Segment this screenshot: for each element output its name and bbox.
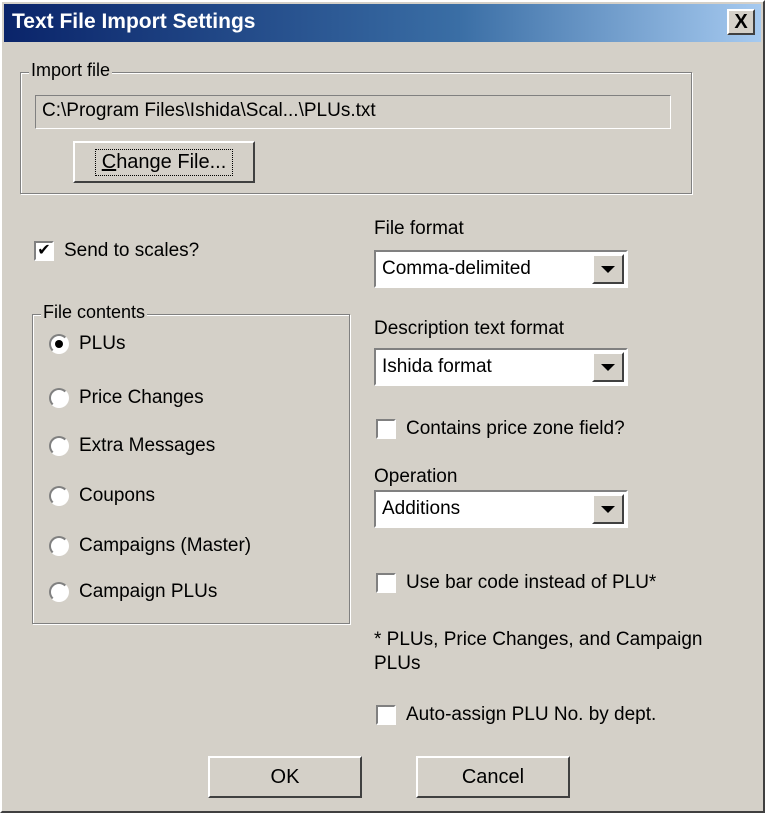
file-contents-group: File contents PLUs Price Changes Extra M… <box>32 302 350 624</box>
ok-button[interactable]: OK <box>208 756 362 798</box>
cancel-button[interactable]: Cancel <box>416 756 570 798</box>
radio-label: Price Changes <box>79 387 204 408</box>
radio-icon <box>49 486 69 506</box>
send-to-scales-checkbox[interactable]: ✔ Send to scales? <box>34 240 199 262</box>
dialog-window: Text File Import Settings X Import file … <box>0 0 765 813</box>
radio-campaign-plus[interactable]: Campaign PLUs <box>49 581 217 603</box>
dropdown-arrow-icon[interactable] <box>592 494 624 524</box>
radio-label: Coupons <box>79 485 156 506</box>
dropdown-arrow-icon[interactable] <box>592 254 624 284</box>
checkbox-icon <box>376 419 396 439</box>
auto-assign-checkbox[interactable]: Auto-assign PLU No. by dept. <box>376 704 656 726</box>
radio-plus[interactable]: PLUs <box>49 333 125 355</box>
window-title: Text File Import Settings <box>12 10 256 33</box>
cancel-label: Cancel <box>461 765 525 788</box>
import-file-path: C:\Program Files\Ishida\Scal...\PLUs.txt <box>35 95 671 129</box>
radio-label: Extra Messages <box>79 435 216 456</box>
radio-label: PLUs <box>79 333 126 354</box>
radio-extra-messages[interactable]: Extra Messages <box>49 435 215 457</box>
radio-icon <box>49 582 69 602</box>
price-zone-checkbox[interactable]: Contains price zone field? <box>376 418 625 440</box>
send-to-scales-label: Send to scales? <box>64 240 200 261</box>
ok-label: OK <box>270 765 300 788</box>
file-contents-legend: File contents <box>41 302 148 323</box>
radio-price-changes[interactable]: Price Changes <box>49 387 204 409</box>
title-bar[interactable]: Text File Import Settings X <box>4 4 761 42</box>
close-icon: X <box>734 11 748 33</box>
operation-select[interactable]: Additions <box>374 490 628 528</box>
radio-icon <box>49 536 69 556</box>
send-to-scales-check-icon: ✔ <box>34 241 54 261</box>
radio-label: Campaigns (Master) <box>79 535 252 556</box>
bar-code-label: Use bar code instead of PLU* <box>406 572 657 593</box>
checkbox-icon <box>376 705 396 725</box>
radio-selected-icon <box>49 334 69 354</box>
operation-value: Additions <box>382 498 461 519</box>
radio-campaigns-master[interactable]: Campaigns (Master) <box>49 535 251 557</box>
radio-coupons[interactable]: Coupons <box>49 485 155 507</box>
import-file-group: Import file C:\Program Files\Ishida\Scal… <box>20 60 692 194</box>
footnote-text: * PLUs, Price Changes, and Campaign PLUs <box>374 629 703 674</box>
import-file-legend: Import file <box>29 60 113 81</box>
close-button[interactable]: X <box>727 9 755 35</box>
file-format-label: File format <box>374 218 464 239</box>
change-file-button[interactable]: Change File... <box>73 141 255 183</box>
operation-label: Operation <box>374 466 458 487</box>
file-format-value: Comma-delimited <box>382 258 531 279</box>
radio-label: Campaign PLUs <box>79 581 218 602</box>
dropdown-arrow-icon[interactable] <box>592 352 624 382</box>
change-file-label: Change File... <box>94 148 234 176</box>
description-format-select[interactable]: Ishida format <box>374 348 628 386</box>
radio-icon <box>49 436 69 456</box>
auto-assign-label: Auto-assign PLU No. by dept. <box>406 704 657 725</box>
radio-icon <box>49 388 69 408</box>
file-format-select[interactable]: Comma-delimited <box>374 250 628 288</box>
bar-code-checkbox[interactable]: Use bar code instead of PLU* <box>376 572 656 594</box>
description-format-label: Description text format <box>374 318 565 339</box>
description-format-value: Ishida format <box>382 356 492 377</box>
checkbox-icon <box>376 573 396 593</box>
price-zone-label: Contains price zone field? <box>406 418 625 439</box>
